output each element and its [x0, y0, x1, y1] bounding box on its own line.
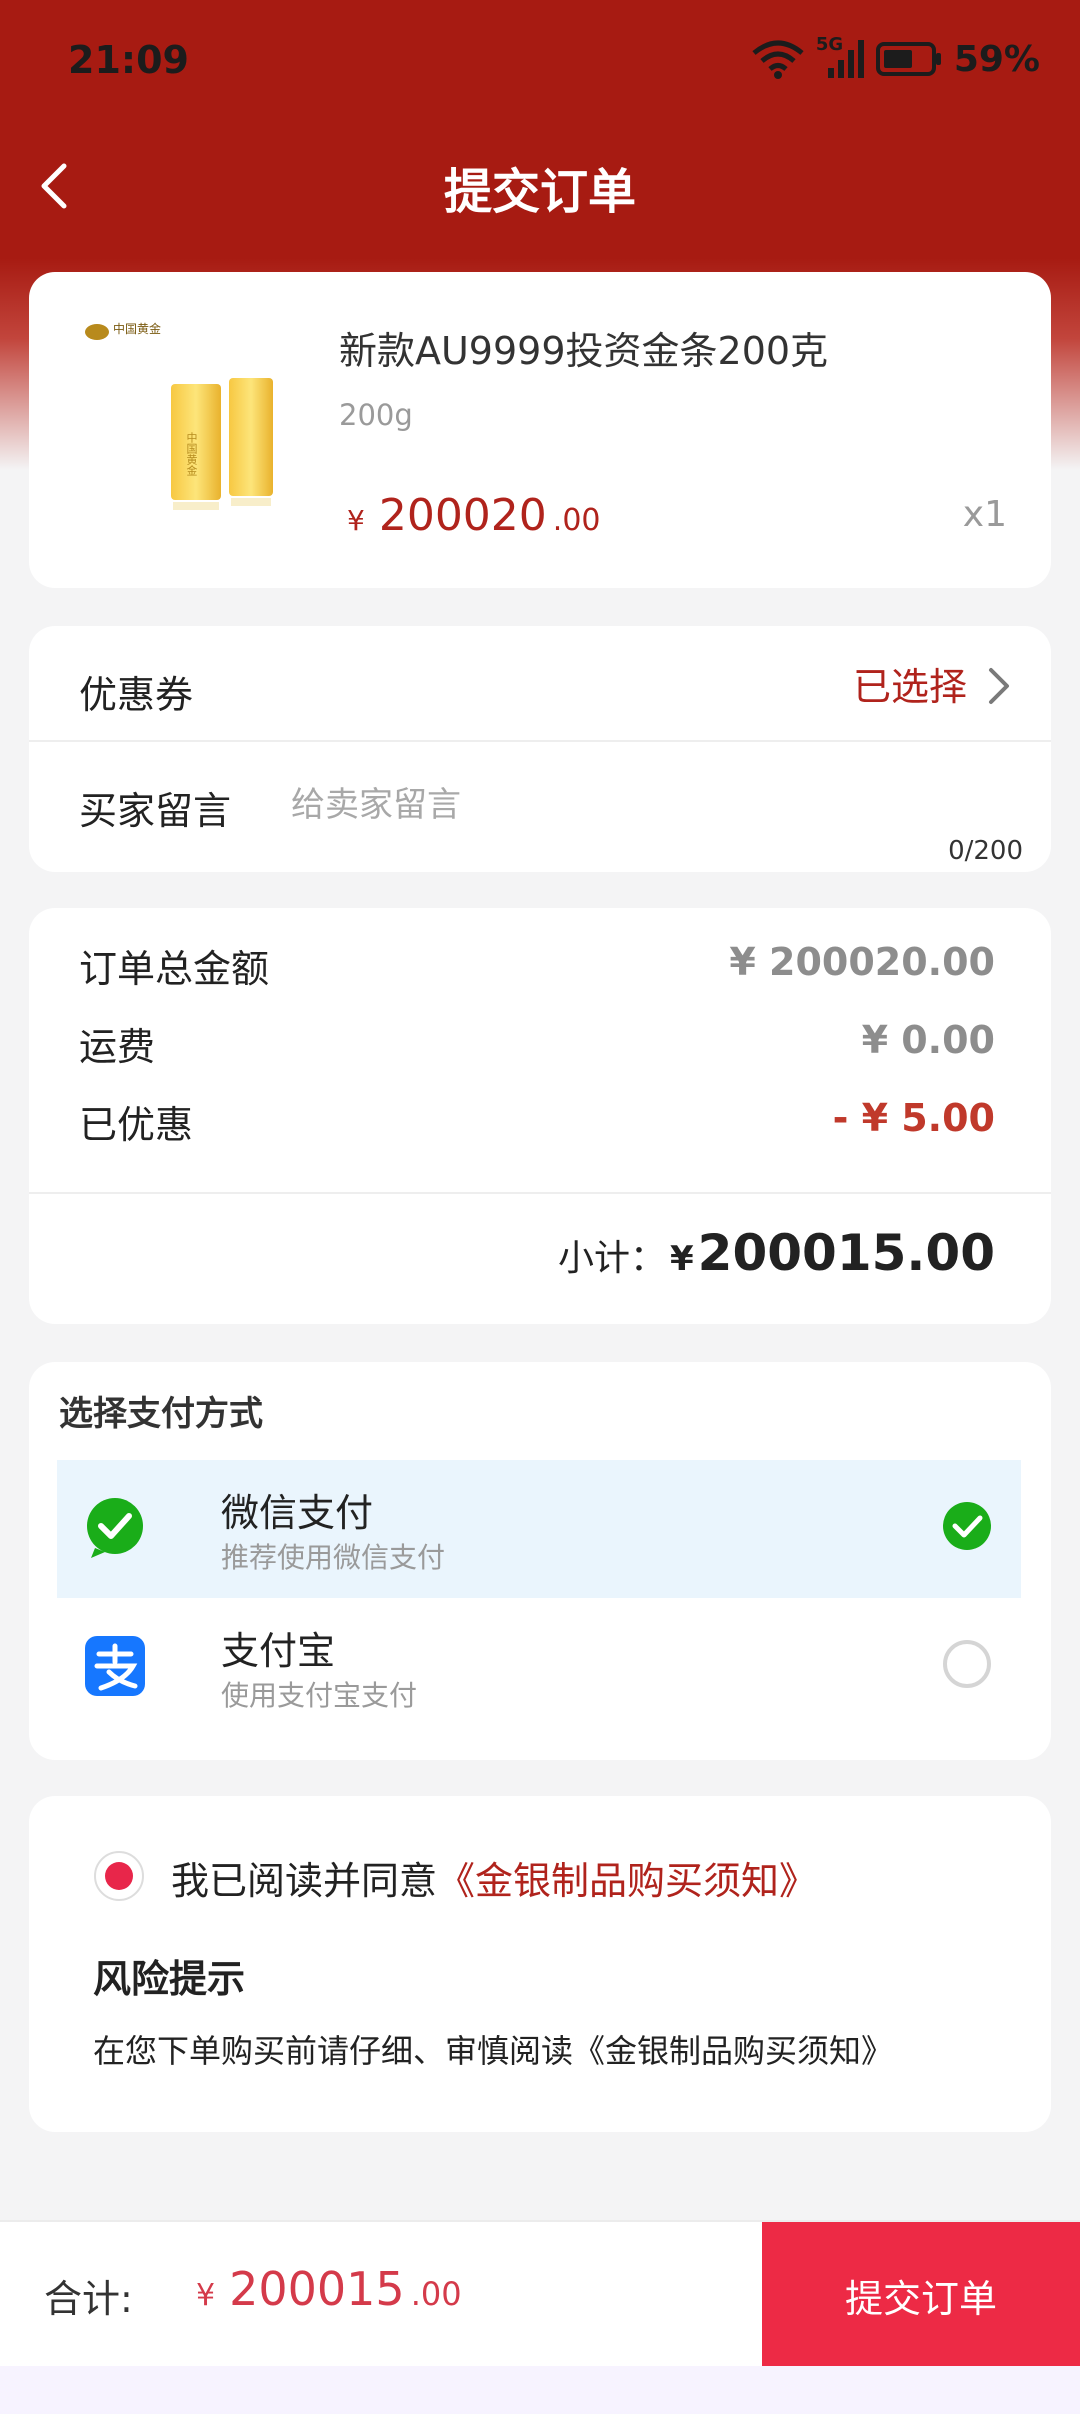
buyer-message-label: 买家留言 — [79, 789, 232, 833]
submit-order-button[interactable]: 提交订单 — [762, 2222, 1080, 2368]
order-total-row: 订单总金额 ¥ 200020.00 — [79, 938, 995, 998]
product-spec: 200g — [339, 398, 413, 432]
order-total-value: ¥ 200020.00 — [729, 940, 995, 984]
status-icons: 5G 59% — [752, 34, 1040, 80]
order-total-label: 订单总金额 — [79, 947, 270, 991]
agree-text: 我已阅读并同意 — [171, 1859, 438, 1903]
coupon-row[interactable]: 优惠券 已选择 — [29, 626, 1051, 742]
payment-option-wechat[interactable]: 微信支付 推荐使用微信支付 — [57, 1460, 1021, 1598]
product-quantity: x1 — [962, 494, 1007, 535]
summary-divider — [29, 1192, 1051, 1194]
total-decimal: .00 — [410, 2275, 462, 2313]
risk-title: 风险提示 — [93, 1957, 246, 2001]
page-title: 提交订单 — [443, 164, 636, 220]
total-currency: ¥ — [196, 2278, 216, 2313]
bottom-checkout-bar: 合计: ¥200015.00 提交订单 — [0, 2220, 1080, 2368]
price-decimal: .00 — [552, 503, 601, 538]
cellular-signal-icon: 5G — [816, 34, 864, 80]
order-options-card: 优惠券 已选择 买家留言 0/200 — [29, 626, 1051, 872]
payment-section-title: 选择支付方式 — [59, 1394, 263, 1434]
payment-option-alipay[interactable]: 支付宝 使用支付宝支付 — [57, 1598, 1021, 1736]
coupon-label: 优惠券 — [79, 673, 194, 717]
purchase-notice-link[interactable]: 《金银制品购买须知》 — [437, 1859, 817, 1903]
total-integer: 200015 — [229, 2262, 405, 2316]
battery-percent: 59% — [953, 38, 1040, 80]
discount-label: 已优惠 — [79, 1103, 194, 1147]
product-price: ¥200020.00 — [347, 490, 601, 541]
brand-logo-text: 中国黄金 — [113, 322, 162, 336]
agree-statement: 我已阅读并同意《金银制品购买须知》 — [171, 1850, 817, 1905]
gold-bar-engraving: 中国黄金 — [185, 432, 198, 476]
wechat-pay-icon — [87, 1498, 143, 1558]
gesture-bar-area — [0, 2366, 1080, 2414]
nav-bar: 提交订单 — [0, 130, 1080, 240]
product-card[interactable]: 中国黄金 中国黄金 新款AU9999投资金条200克 200g ¥200020.… — [29, 272, 1051, 588]
coupon-status: 已选择 — [852, 665, 967, 709]
wifi-icon — [752, 40, 804, 79]
status-time: 21:09 — [68, 38, 189, 82]
alipay-radio-icon[interactable] — [941, 1638, 993, 1690]
price-summary-card: 订单总金额 ¥ 200020.00 运费 ¥ 0.00 已优惠 - ¥ 5.00… — [29, 908, 1051, 1324]
wechat-pay-name: 微信支付 — [221, 1491, 374, 1535]
status-bar: 21:09 5G 59% — [0, 0, 1080, 130]
message-char-counter: 0/200 — [948, 836, 1023, 866]
buyer-message-input[interactable] — [291, 780, 951, 830]
price-integer: 200020 — [378, 490, 547, 541]
alipay-name: 支付宝 — [221, 1629, 336, 1673]
price-currency: ¥ — [347, 504, 365, 537]
subtotal: 小计： ¥ 200015.00 — [558, 1224, 995, 1282]
shipping-label: 运费 — [79, 1025, 156, 1069]
chevron-right-icon — [989, 668, 1009, 704]
total-label: 合计: — [44, 2277, 133, 2321]
product-name: 新款AU9999投资金条200克 — [339, 329, 829, 373]
subtotal-currency: ¥ — [670, 1239, 694, 1279]
gold-bar-thumbnail — [85, 324, 273, 542]
terms-card: 我已阅读并同意《金银制品购买须知》 风险提示 在您下单购买前请仔细、审慎阅读《金… — [29, 1796, 1051, 2132]
shipping-row: 运费 ¥ 0.00 — [79, 1016, 995, 1076]
risk-text: 在您下单购买前请仔细、审慎阅读《金银制品购买须知》 — [93, 2032, 894, 2070]
total-amount: ¥200015.00 — [196, 2262, 462, 2316]
subtotal-value: 200015.00 — [697, 1224, 995, 1282]
discount-row: 已优惠 - ¥ 5.00 — [79, 1094, 995, 1154]
payment-method-card: 选择支付方式 微信支付 推荐使用微信支付 支付宝 使用支付宝支付 — [29, 1362, 1051, 1760]
battery-icon — [875, 42, 941, 76]
alipay-icon — [85, 1636, 145, 1696]
wechat-pay-description: 推荐使用微信支付 — [221, 1541, 446, 1574]
discount-value: - ¥ 5.00 — [832, 1096, 995, 1140]
shipping-value: ¥ 0.00 — [861, 1018, 995, 1062]
agree-radio-icon[interactable] — [93, 1850, 145, 1902]
wechat-selected-check-icon[interactable] — [941, 1500, 993, 1552]
subtotal-label: 小计： — [557, 1238, 666, 1279]
alipay-description: 使用支付宝支付 — [221, 1679, 418, 1712]
